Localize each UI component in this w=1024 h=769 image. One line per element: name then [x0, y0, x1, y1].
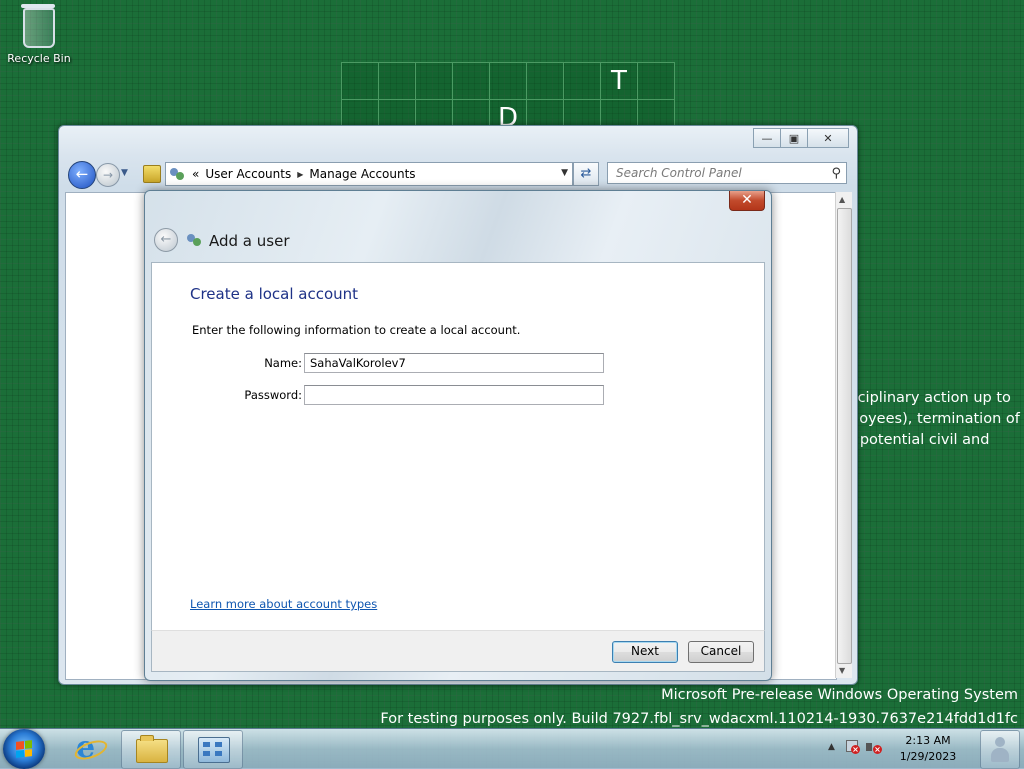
recycle-bin-shortcut[interactable]: Recycle Bin [6, 4, 72, 65]
build-watermark: Microsoft Pre-release Windows Operating … [380, 683, 1018, 731]
clock-date: 1/29/2023 [899, 750, 957, 763]
navigation-bar: ← → ▼ « User Accounts ▶ Manage Accounts … [65, 160, 851, 189]
name-label: Name: [264, 356, 302, 370]
password-field[interactable] [304, 385, 604, 405]
search-input[interactable]: Search Control Panel ⚲ [607, 162, 847, 184]
back-button[interactable]: ← [68, 161, 96, 189]
user-head-icon [995, 737, 1005, 747]
user-body-icon [991, 748, 1009, 762]
puzzle-letter: T [600, 62, 638, 100]
close-icon: ✕ [741, 192, 753, 208]
internet-explorer-icon[interactable]: e [72, 733, 110, 764]
close-icon: ✕ [823, 131, 833, 145]
dialog-close-button[interactable]: ✕ [729, 191, 765, 211]
recent-pages-dropdown[interactable]: ▼ [121, 168, 128, 178]
breadcrumb-manage-accounts[interactable]: Manage Accounts [309, 167, 415, 181]
maximize-button[interactable]: ▣ [780, 128, 808, 148]
forward-button[interactable]: → [96, 163, 120, 187]
background-message-line: d potential civil and [846, 432, 990, 448]
breadcrumb-overflow[interactable]: « [192, 167, 199, 181]
vertical-scrollbar[interactable]: ▲ ▼ [835, 192, 852, 678]
recycle-bin-label: Recycle Bin [7, 52, 71, 65]
close-button[interactable]: ✕ [807, 128, 849, 148]
scroll-up-icon[interactable]: ▲ [839, 195, 845, 204]
watermark-line-1: Microsoft Pre-release Windows Operating … [661, 687, 1018, 703]
page-heading: Create a local account [190, 285, 359, 303]
user-tile-button[interactable] [980, 730, 1020, 769]
up-level-button[interactable] [143, 165, 161, 183]
minimize-button[interactable]: — [753, 128, 781, 148]
breadcrumb-user-accounts[interactable]: User Accounts [205, 167, 291, 181]
address-dropdown-icon[interactable]: ▼ [561, 168, 568, 178]
search-placeholder: Search Control Panel [616, 166, 742, 180]
taskbar-explorer-button[interactable] [121, 730, 181, 769]
dialog-footer: Next Cancel [151, 630, 765, 672]
forward-arrow-icon: → [102, 168, 114, 182]
background-message-line: isciplinary action up to [846, 390, 1011, 406]
address-bar[interactable]: « User Accounts ▶ Manage Accounts ▼ [165, 162, 573, 186]
dialog-title: Add a user [209, 232, 290, 250]
password-label: Password: [244, 388, 302, 402]
recycle-bin-icon [21, 4, 55, 48]
start-button[interactable] [3, 729, 45, 769]
search-icon[interactable]: ⚲ [831, 163, 841, 184]
show-hidden-icons-button[interactable]: ▲ [828, 742, 835, 752]
next-button[interactable]: Next [612, 641, 678, 663]
user-accounts-icon [170, 166, 186, 182]
taskbar: e ▲ × × 2:13 AM 1/29/2023 [0, 728, 1024, 769]
control-panel-icon [198, 737, 230, 763]
breadcrumb-separator-icon[interactable]: ▶ [297, 170, 303, 179]
action-center-icon[interactable]: × [844, 740, 860, 754]
dialog-content: Create a local account Enter the followi… [151, 262, 765, 632]
folder-icon [136, 735, 168, 763]
dialog-back-button[interactable]: ← [154, 228, 178, 252]
volume-muted-icon[interactable]: × [866, 740, 882, 756]
clock-time: 2:13 AM [905, 734, 951, 747]
instructions-text: Enter the following information to creat… [192, 323, 521, 337]
cancel-button[interactable]: Cancel [688, 641, 754, 663]
chevron-down-icon: ▼ [121, 168, 128, 178]
users-icon [187, 232, 203, 248]
scrollbar-thumb[interactable] [837, 208, 852, 664]
scroll-down-icon[interactable]: ▼ [839, 666, 845, 675]
maximize-icon: ▣ [788, 131, 800, 145]
back-arrow-icon: ← [160, 232, 172, 247]
refresh-icon: ⇄ [580, 166, 592, 181]
background-message: isciplinary action up to ployees), termi… [846, 388, 1024, 451]
caption-buttons: — ▣ ✕ [753, 128, 849, 148]
background-message-line: ployees), termination of [846, 411, 1020, 427]
add-user-dialog: ✕ ← Add a user Create a local account En… [144, 190, 772, 681]
name-field[interactable] [304, 353, 604, 373]
refresh-button[interactable]: ⇄ [573, 162, 599, 186]
minimize-icon: — [761, 131, 773, 145]
system-clock[interactable]: 2:13 AM 1/29/2023 [890, 733, 966, 765]
taskbar-control-panel-button[interactable] [183, 730, 243, 769]
back-arrow-icon: ← [75, 165, 89, 183]
learn-more-link[interactable]: Learn more about account types [190, 597, 377, 611]
windows-logo-icon [16, 740, 32, 758]
